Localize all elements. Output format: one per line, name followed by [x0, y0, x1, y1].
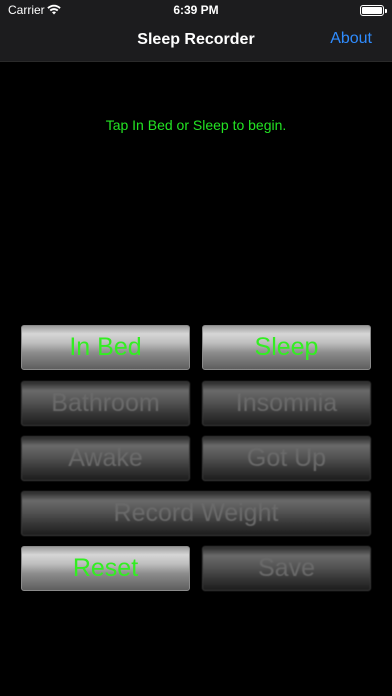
reset-button[interactable]: Reset [21, 546, 190, 591]
record-weight-button[interactable]: Record Weight [21, 491, 371, 536]
insomnia-button[interactable]: Insomnia [202, 381, 371, 426]
in-bed-button[interactable]: In Bed [21, 325, 190, 370]
sleep-button[interactable]: Sleep [202, 325, 371, 370]
status-time: 6:39 PM [173, 3, 219, 17]
save-button[interactable]: Save [202, 546, 371, 591]
instruction-text: Tap In Bed or Sleep to begin. [105, 117, 287, 133]
status-bar: Carrier 6:39 PM [0, 0, 392, 20]
got-up-button[interactable]: Got Up [202, 436, 371, 481]
battery-icon [360, 5, 387, 16]
awake-button[interactable]: Awake [21, 436, 190, 481]
bathroom-button[interactable]: Bathroom [21, 381, 190, 426]
navigation-bar: Sleep Recorder About [0, 20, 392, 62]
about-button[interactable]: About [330, 30, 372, 48]
